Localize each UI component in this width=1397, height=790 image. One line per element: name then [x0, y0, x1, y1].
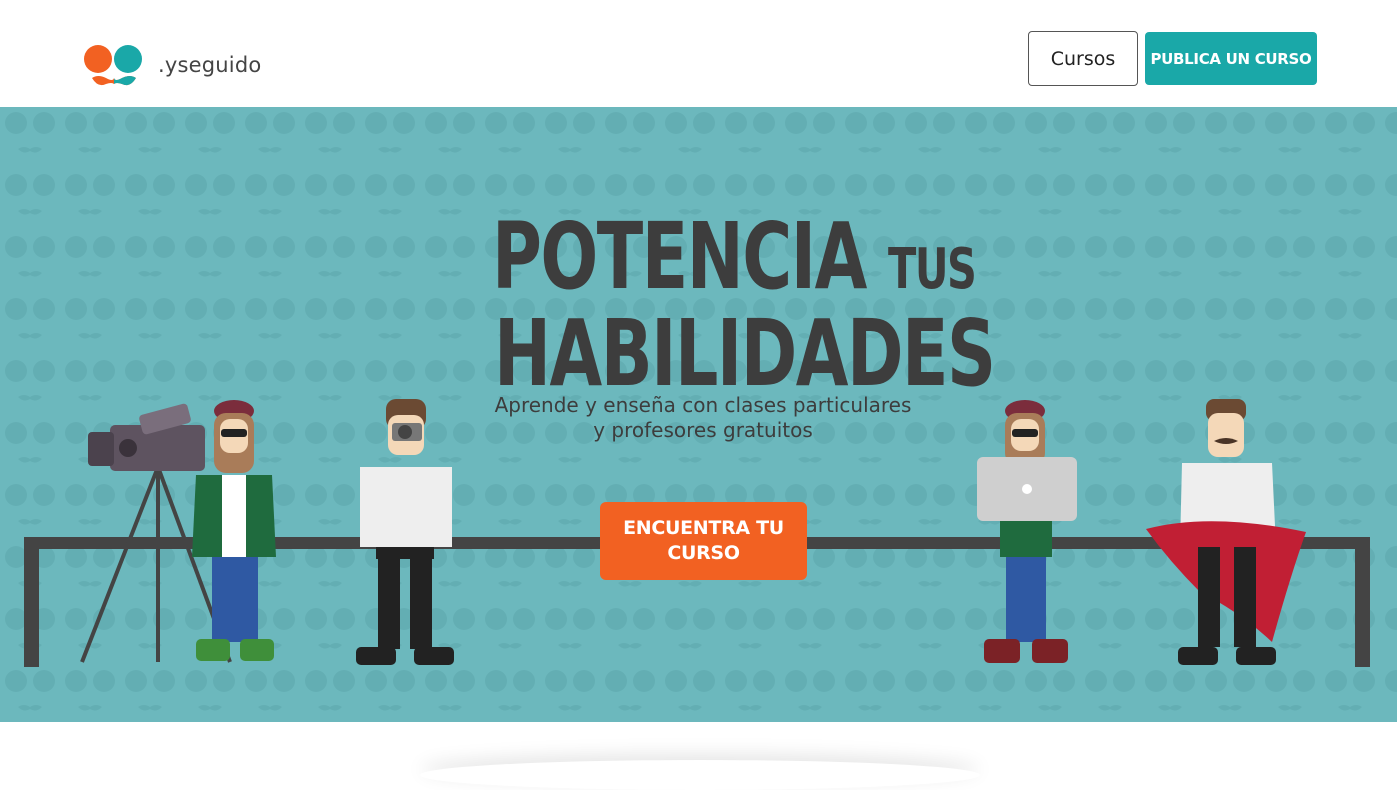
headline-word-tus: TUS — [888, 237, 977, 302]
courses-button[interactable]: Cursos — [1028, 31, 1138, 86]
hero-subtitle-line-2: y profesores gratuitos — [593, 418, 813, 442]
person-laptop-user-illustration — [977, 400, 1077, 663]
find-course-button[interactable]: ENCUENTRA TU CURSO — [600, 502, 807, 580]
hero-banner: POTENCIA TUS HABILIDADES Aprende y enseñ… — [0, 107, 1397, 722]
site-header: .yseguido Cursos PUBLICA UN CURSO — [0, 0, 1397, 107]
headline-line-2: HABILIDADES — [494, 300, 996, 407]
content-card-shadow — [420, 760, 980, 790]
hero-subtitle-line-1: Aprende y enseña con clases particulares — [494, 393, 912, 417]
person-photographer-illustration — [356, 399, 454, 665]
brand-name[interactable]: .yseguido — [158, 53, 261, 77]
headline-word-potencia: POTENCIA — [492, 203, 867, 310]
hero-subtitle: Aprende y enseña con clases particulares… — [470, 393, 936, 443]
yseguido-logo-icon[interactable] — [84, 44, 144, 90]
publish-course-button[interactable]: PUBLICA UN CURSO — [1145, 32, 1317, 85]
headline-line-1: POTENCIA TUS — [492, 203, 977, 310]
person-tailor-illustration — [1146, 399, 1306, 665]
